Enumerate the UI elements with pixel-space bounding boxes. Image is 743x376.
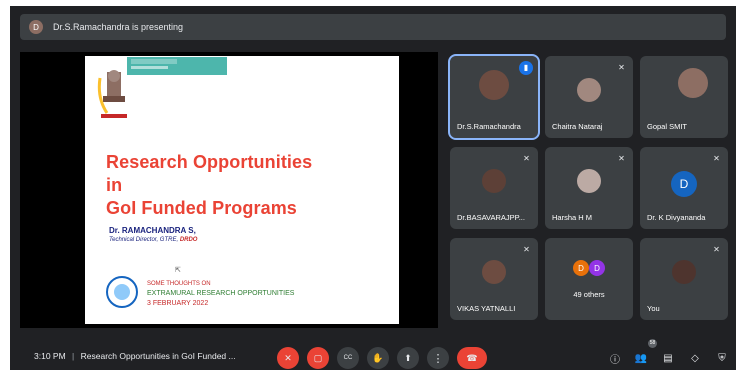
host-controls-icon[interactable]: ⛨ (714, 350, 730, 366)
present-icon[interactable]: ⬆ (397, 347, 419, 369)
participant-photo (479, 70, 509, 100)
participant-tile[interactable]: ✕ Harsha H M (545, 147, 633, 229)
participant-name: Chaitra Nataraj (552, 122, 603, 131)
slide-title-line-1: Research Opportunities (106, 152, 313, 172)
camera-off-icon[interactable]: ▢ (307, 347, 329, 369)
participant-name: Harsha H M (552, 213, 593, 222)
slide-note-2: EXTRAMURAL RESEARCH OPPORTUNITIES (147, 290, 295, 297)
end-call-icon[interactable]: ☎ (457, 347, 487, 369)
participant-photo (482, 169, 506, 193)
presentation-stage[interactable]: Research Opportunities in GoI Funded Pro… (20, 52, 438, 328)
participant-name: Dr.BASAVARAJPP... (457, 213, 525, 222)
participant-tile[interactable]: ▮ Dr.S.Ramachandra (448, 54, 540, 140)
participant-name: You (647, 304, 660, 313)
logo-strip (127, 57, 227, 75)
participant-tile[interactable]: Gopal SMIT (640, 56, 728, 138)
participant-name: VIKAS YATNALLI (457, 304, 516, 313)
meeting-window: D Dr.S.Ramachandra is presenting Researc… (10, 6, 736, 370)
slide-title-line-3: GoI Funded Programs (106, 198, 297, 218)
seal-icon (106, 276, 138, 308)
participant-photo (482, 260, 506, 284)
participant-count-badge: 58 (648, 339, 657, 348)
participant-tile[interactable]: ✕ Dr.BASAVARAJPP... (450, 147, 538, 229)
participant-name: Dr. K Divyananda (647, 213, 706, 222)
speaking-icon: ▮ (519, 61, 533, 75)
mouse-cursor-icon: ⇱ (175, 267, 181, 274)
presenting-banner: D Dr.S.Ramachandra is presenting (20, 14, 726, 40)
meeting-details: 3:10 PM | Research Opportunities in GoI … (34, 351, 236, 361)
slide-author-role: Technical Director, GTRE, DRDO (109, 237, 198, 243)
presenter-avatar: D (29, 20, 43, 34)
others-count: 49 others (573, 290, 605, 299)
mic-off-icon[interactable]: ✕ (277, 347, 299, 369)
people-icon[interactable]: 👥 (633, 350, 649, 366)
participant-tile[interactable]: D ✕ Dr. K Divyananda (640, 147, 728, 229)
mic-off-icon: ✕ (618, 154, 625, 163)
mic-off-icon: ✕ (713, 154, 720, 163)
presenting-text: Dr.S.Ramachandra is presenting (53, 22, 184, 32)
chat-icon[interactable]: ▤ (660, 350, 676, 366)
mic-off-icon: ✕ (523, 154, 530, 163)
slide-note-1: SOME THOUGHTS ON (147, 281, 211, 287)
participant-avatar: D (671, 171, 697, 197)
bottom-bar: 3:10 PM | Research Opportunities in GoI … (20, 336, 743, 376)
activities-icon[interactable]: ◇ (687, 350, 703, 366)
shared-slide: Research Opportunities in GoI Funded Pro… (85, 56, 399, 324)
slide-author: Dr. RAMACHANDRA S, (109, 226, 196, 235)
slide-title-line-2: in (106, 175, 123, 195)
participant-name: Dr.S.Ramachandra (457, 122, 521, 131)
participant-tile[interactable]: ✕ Chaitra Nataraj (545, 56, 633, 138)
others-tile[interactable]: D D 49 others (545, 238, 633, 320)
participant-tile[interactable]: ✕ You (640, 238, 728, 320)
captions-icon[interactable]: CC (337, 347, 359, 369)
info-icon[interactable]: ⓘ (607, 350, 623, 366)
participant-photo (672, 260, 696, 284)
others-avatar: D (589, 260, 605, 276)
participant-photo (677, 68, 708, 98)
raise-hand-icon[interactable]: ✋ (367, 347, 389, 369)
participant-photo (577, 78, 601, 102)
emblem-icon (97, 70, 127, 118)
participant-tile[interactable]: ✕ VIKAS YATNALLI (450, 238, 538, 320)
mic-off-icon: ✕ (523, 245, 530, 254)
mic-off-icon: ✕ (713, 245, 720, 254)
participant-name: Gopal SMIT (647, 122, 688, 131)
participant-photo (577, 169, 601, 193)
slide-note-3: 3 FEBRUARY 2022 (147, 300, 209, 307)
more-icon[interactable]: ⋮ (427, 347, 449, 369)
mic-off-icon: ✕ (618, 63, 625, 72)
others-avatar: D (573, 260, 589, 276)
